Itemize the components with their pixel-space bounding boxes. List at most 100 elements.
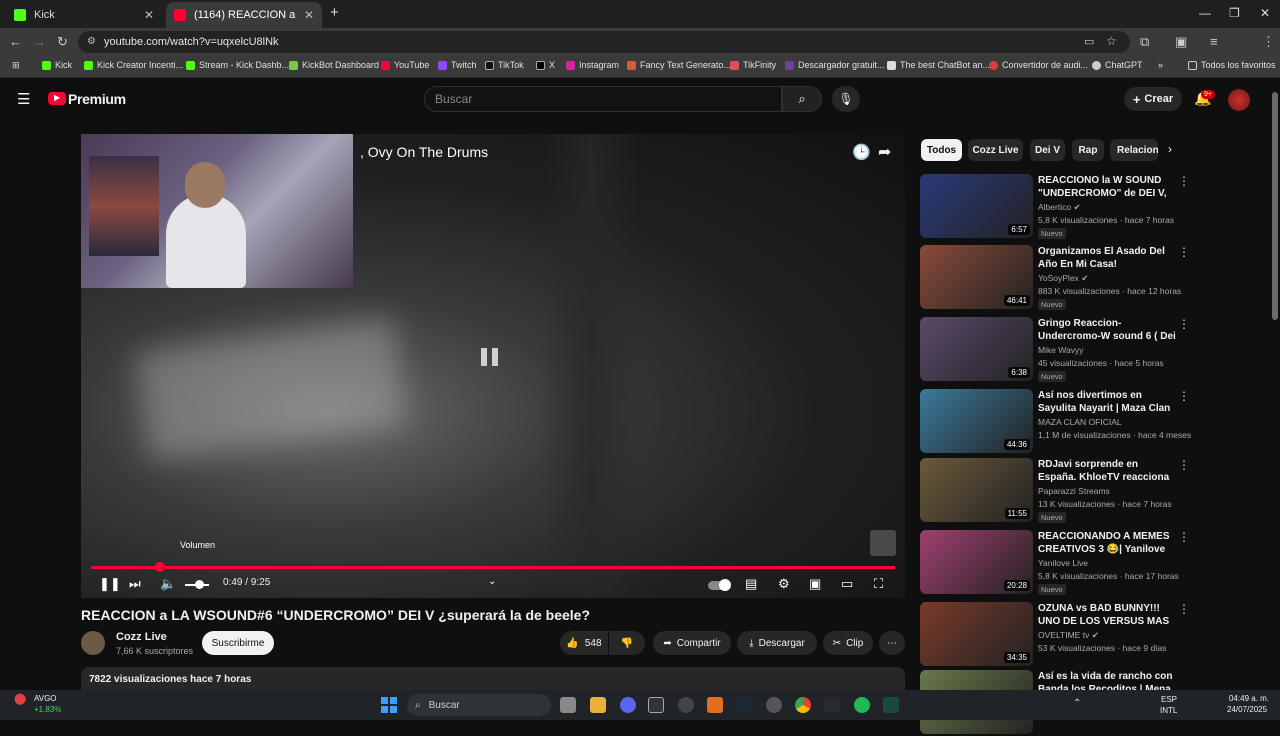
recommendation-item[interactable]: 46:41 Organizamos El Asado Del Año En Mi … — [920, 245, 1190, 311]
back-icon[interactable]: ← — [9, 34, 22, 49]
recommendation-title[interactable]: RDJavi sorprende en España. KhloeTV reac… — [1038, 458, 1176, 484]
more-options-icon[interactable]: ⋮ — [1178, 530, 1190, 544]
subtitles-icon[interactable]: ▤ — [745, 576, 757, 592]
hamburger-menu-icon[interactable]: ☰ — [17, 90, 30, 108]
center-pause-icon[interactable] — [481, 348, 507, 382]
recommendation-thumbnail[interactable]: 46:41 — [920, 245, 1033, 309]
close-icon[interactable]: ✕ — [304, 8, 314, 22]
chevron-down-icon[interactable]: ⌄ — [488, 576, 496, 587]
recommendation-channel[interactable]: Albertico ✔ — [1038, 202, 1081, 213]
menu-icon[interactable]: ⋮ — [1262, 34, 1275, 50]
more-actions-button[interactable]: ⋯ — [879, 631, 905, 655]
cast-icon[interactable]: ▭ — [1084, 35, 1094, 48]
recommendation-item[interactable]: 34:35 OZUNA vs BAD BUNNY!!! UNO DE LOS VE… — [920, 602, 1190, 668]
task-view-icon[interactable] — [560, 697, 576, 713]
recommendation-channel[interactable]: OVELTIME tv ✔ — [1038, 630, 1099, 641]
recommendation-thumbnail[interactable]: 20:28 — [920, 530, 1033, 594]
minimize-button[interactable]: — — [1199, 6, 1211, 20]
video-player[interactable]: , Ovy On The Drums 🕒 ➦ Volumen ❚❚ ⏭ 🔈 0:… — [81, 134, 905, 598]
recommendation-title[interactable]: OZUNA vs BAD BUNNY!!! UNO DE LOS VERSUS … — [1038, 602, 1176, 628]
extensions-icon[interactable]: ⧉ — [1140, 34, 1149, 50]
watch-later-icon[interactable]: 🕒 — [852, 143, 871, 161]
app-icon[interactable] — [766, 697, 782, 713]
voice-search-button[interactable]: 🎙 — [832, 86, 860, 112]
recommendation-title[interactable]: Gringo Reaccion-Undercromo-W sound 6 ( D… — [1038, 317, 1176, 343]
chip-dei-v[interactable]: Dei V — [1030, 139, 1065, 161]
recommendation-thumbnail[interactable]: 6:38 — [920, 317, 1033, 381]
like-button[interactable]: 👍 548 — [560, 631, 608, 655]
search-button[interactable]: ⌕ — [782, 86, 822, 112]
download-button[interactable]: ⤓ Descargar — [737, 631, 817, 655]
channel-avatar[interactable] — [81, 631, 105, 655]
recommendation-title[interactable]: Así nos divertimos en Sayulita Nayarit |… — [1038, 389, 1176, 415]
bookmark-instagram[interactable]: Instagram — [566, 60, 619, 70]
recommendation-item[interactable]: 44:36 Así nos divertimos en Sayulita Naya… — [920, 389, 1191, 455]
subscribe-button[interactable]: Suscribirme — [202, 631, 274, 655]
recommendation-title[interactable]: Organizamos El Asado Del Año En Mi Casa! — [1038, 245, 1176, 271]
search-input[interactable]: Buscar — [424, 86, 782, 112]
obs-icon[interactable] — [678, 697, 694, 713]
channel-name[interactable]: Cozz Live — [116, 631, 167, 643]
recommendation-item[interactable]: 11:55 RDJavi sorprende en España. KhloeTV… — [920, 458, 1190, 524]
bookmark-tiktok[interactable]: TikTok — [485, 60, 524, 70]
language-indicator[interactable]: ESP — [1161, 695, 1177, 704]
recommendation-channel[interactable]: Mike Wavyy — [1038, 345, 1084, 355]
file-explorer-icon[interactable] — [590, 697, 606, 713]
recommendation-channel[interactable]: MAZA CLAN OFICIAL — [1038, 417, 1122, 427]
recommendation-thumbnail[interactable]: 6:57 — [920, 174, 1033, 238]
sidepanel-icon[interactable]: ▣ — [1175, 34, 1187, 50]
share-button[interactable]: ➦ Compartir — [653, 631, 731, 655]
tab-youtube[interactable]: (1164) REACCION a LA WS ✕ — [166, 2, 322, 28]
create-button[interactable]: + Crear — [1124, 87, 1182, 111]
reload-icon[interactable]: ↻ — [57, 34, 68, 50]
steam-icon[interactable] — [737, 697, 753, 713]
account-avatar[interactable] — [1228, 89, 1250, 111]
url-field[interactable]: ⚙ youtube.com/watch?v=uqxelcU8lNk ▭ ☆ — [78, 31, 1130, 53]
apps-icon[interactable]: ⊞ — [12, 60, 20, 71]
tab-kick[interactable]: Kick ✕ — [6, 2, 162, 28]
terminal-icon[interactable] — [883, 697, 899, 713]
bookmark-chatbot[interactable]: The best ChatBot an... — [887, 60, 990, 70]
bookmark-tikfinity[interactable]: TikFinity — [730, 60, 776, 70]
clip-button[interactable]: ✂ Clip — [823, 631, 873, 655]
chip-cozz-live[interactable]: Cozz Live — [968, 139, 1023, 161]
epic-games-icon[interactable] — [648, 697, 664, 713]
recommendation-title[interactable]: REACCIONO la W SOUND "UNDERCROMO" de DEI… — [1038, 174, 1176, 200]
discord-icon[interactable] — [620, 697, 636, 713]
recommendation-thumbnail[interactable]: 34:35 — [920, 602, 1033, 666]
dislike-button[interactable]: 👎 — [609, 631, 645, 655]
more-options-icon[interactable]: ⋮ — [1178, 317, 1190, 331]
bookmark-stream-kick[interactable]: Stream - Kick Dashb... — [186, 60, 289, 70]
taskbar-search[interactable]: ⌕ Buscar — [407, 694, 551, 716]
forward-icon[interactable]: → — [33, 34, 46, 49]
more-options-icon[interactable]: ⋮ — [1178, 602, 1190, 616]
vlc-icon[interactable] — [707, 697, 723, 713]
chip-todos[interactable]: Todos — [921, 139, 962, 161]
clock-time[interactable]: 04:49 a. m. — [1229, 694, 1269, 703]
chevron-right-icon[interactable]: › — [1168, 142, 1172, 156]
stock-name[interactable]: AVGO — [34, 694, 57, 703]
bookmark-convertidor[interactable]: Convertidor de audi... — [989, 60, 1088, 70]
miniplayer-icon[interactable]: ▣ — [809, 576, 821, 592]
bookmark-youtube[interactable]: YouTube — [381, 60, 429, 70]
bookmark-kick-creator[interactable]: Kick Creator Incenti... — [84, 60, 183, 70]
recommendation-item[interactable]: 6:57 REACCIONO la W SOUND "UNDERCROMO" de… — [920, 174, 1190, 240]
restore-button[interactable]: ❐ — [1229, 6, 1240, 20]
more-options-icon[interactable]: ⋮ — [1178, 389, 1190, 403]
recommendation-item[interactable]: 6:38 Gringo Reaccion-Undercromo-W sound 6… — [920, 317, 1190, 383]
progress-scrubber[interactable] — [155, 562, 165, 572]
bookmark-kick[interactable]: Kick — [42, 60, 72, 70]
more-options-icon[interactable]: ⋮ — [1178, 174, 1190, 188]
share-icon[interactable]: ➦ — [878, 142, 891, 162]
tray-chevron-icon[interactable]: ⌃ — [1073, 698, 1081, 709]
more-options-icon[interactable]: ⋮ — [1178, 458, 1190, 472]
volume-knob[interactable] — [195, 580, 204, 589]
spotify-icon[interactable] — [854, 697, 870, 713]
recommendation-thumbnail[interactable]: 44:36 — [920, 389, 1033, 453]
channel-watermark[interactable] — [870, 530, 896, 556]
more-options-icon[interactable]: ⋮ — [1178, 245, 1190, 259]
bookmark-all-favorites[interactable]: Todos los favoritos — [1188, 60, 1276, 70]
close-icon[interactable]: ✕ — [144, 8, 154, 22]
next-button[interactable]: ⏭ — [129, 576, 141, 592]
recommendation-channel[interactable]: YoSoyPlex ✔ — [1038, 273, 1088, 284]
